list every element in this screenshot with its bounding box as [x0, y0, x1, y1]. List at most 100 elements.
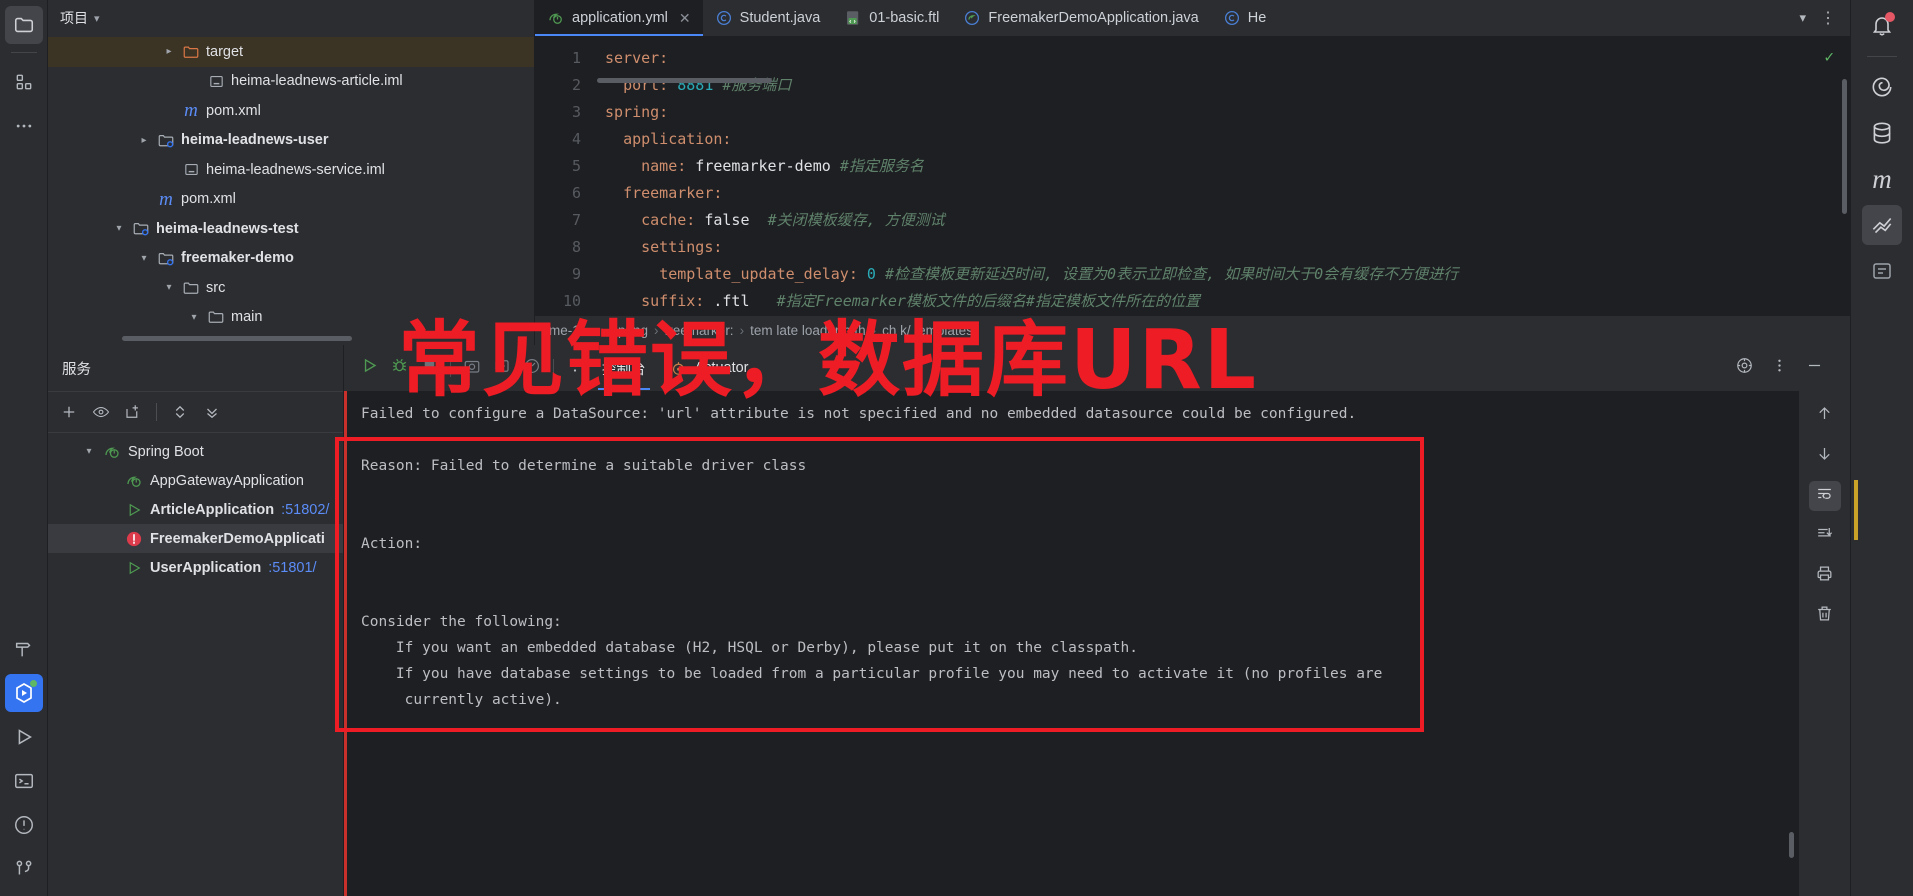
code-line[interactable]: suffix: .ftl #指定Freemarker模板文件的后缀名#指定模板文… — [605, 288, 1850, 315]
sidebar-item-run[interactable] — [5, 718, 43, 756]
editor-vertical-scrollbar[interactable] — [1842, 79, 1847, 214]
service-tree-row[interactable]: ▾ Spring Boot — [48, 437, 343, 466]
code-editor[interactable]: 1 2 3 4 5 6 7 8 9 10 server: port: 8881 #服务端口 spri… — [535, 37, 1850, 315]
clear-all-button[interactable] — [1809, 601, 1841, 631]
sidebar-item-maven[interactable]: m — [1862, 159, 1902, 199]
scroll-down-button[interactable] — [1809, 441, 1841, 471]
more-button[interactable] — [560, 353, 590, 383]
add-service-icon[interactable] — [60, 403, 78, 421]
project-tree-row[interactable]: ▾ src — [48, 273, 534, 303]
screenshot-button[interactable] — [457, 353, 487, 383]
gear-icon[interactable] — [1735, 356, 1754, 380]
code-line[interactable]: application: — [605, 126, 1850, 153]
close-all-icon[interactable] — [203, 403, 221, 421]
project-tree[interactable]: ▸ target heima-leadnews-article.iml m pom.xm… — [48, 36, 534, 345]
expand-collapse-icon[interactable] — [171, 403, 189, 421]
editor-tab[interactable]: 01-basic.ftl — [832, 0, 951, 36]
sidebar-item-structure[interactable] — [5, 63, 43, 101]
soft-wrap-button[interactable] — [1808, 481, 1841, 511]
sidebar-item-services[interactable] — [5, 674, 43, 712]
project-tree-row[interactable]: ▾ freemaker-demo — [48, 244, 534, 274]
code-line[interactable]: freemarker: — [605, 180, 1850, 207]
code-line[interactable]: cache: false #关闭模板缓存, 方便测试 — [605, 207, 1850, 234]
breadcrumb-item[interactable]: me-1/... — [549, 323, 595, 338]
service-port[interactable]: :51802/ — [281, 502, 329, 518]
sidebar-item-problems[interactable] — [5, 806, 43, 844]
breadcrumb[interactable]: me-1/... › spring › freemarker: › tem late loa… — [535, 315, 1850, 345]
chevron-right-icon[interactable]: ▸ — [137, 135, 151, 146]
show-icon[interactable] — [92, 403, 110, 421]
sidebar-item-database[interactable] — [1862, 113, 1902, 153]
project-tree-row[interactable]: heima-leadnews-article.iml — [48, 67, 534, 97]
checkmark-icon[interactable]: ✓ — [1824, 47, 1834, 66]
minimize-icon[interactable] — [1805, 356, 1824, 380]
debug-button[interactable] — [384, 353, 414, 383]
breadcrumb-item[interactable]: freemarker: — [665, 323, 734, 338]
console-tab[interactable]: 控制台 — [590, 346, 658, 390]
chevron-down-icon[interactable]: ▾ — [162, 282, 176, 293]
breadcrumb-item[interactable]: ch k/ templates — [882, 323, 973, 338]
project-tree-row[interactable]: m pom.xml — [48, 96, 534, 126]
editor-horizontal-scrollbar[interactable] — [597, 78, 772, 83]
service-port[interactable]: :51801/ — [268, 560, 316, 576]
console-output[interactable]: Failed to configure a DataSource: 'url' … — [344, 391, 1798, 896]
scroll-up-button[interactable] — [1809, 401, 1841, 431]
project-horizontal-scrollbar[interactable] — [122, 336, 352, 341]
chevron-down-icon[interactable]: ▾ — [137, 253, 151, 264]
sidebar-item-spring[interactable] — [1862, 67, 1902, 107]
service-tree-row[interactable]: ArticleApplication:51802/ — [48, 495, 343, 524]
editor-tab[interactable]: He — [1211, 0, 1279, 36]
sidebar-item-assistant[interactable] — [1862, 251, 1902, 291]
chevron-down-icon[interactable]: ▾ — [82, 446, 96, 457]
project-panel-header[interactable]: 项目 ▾ — [48, 0, 534, 36]
project-tree-row[interactable]: ▸ heima-leadnews-user — [48, 126, 534, 156]
breadcrumb-item[interactable]: spring — [611, 323, 648, 338]
service-tree-row[interactable]: UserApplication:51801/ — [48, 553, 343, 582]
project-tree-row[interactable]: heima-leadnews-service.iml — [48, 155, 534, 185]
service-tree-row[interactable]: AppGatewayApplication — [48, 466, 343, 495]
chevron-right-icon[interactable]: ▸ — [162, 46, 176, 57]
close-icon[interactable]: ✕ — [679, 10, 691, 27]
sidebar-item-notifications[interactable] — [1862, 6, 1902, 46]
rerun-button[interactable] — [354, 353, 384, 383]
console-scrollbar[interactable] — [1789, 832, 1794, 858]
editor-tab[interactable]: application.yml ✕ — [535, 0, 703, 36]
code-content[interactable]: server: port: 8881 #服务端口 spring: applicat… — [591, 37, 1850, 315]
project-tree-row[interactable]: m pom.xml — [48, 185, 534, 215]
sidebar-item-terminal[interactable] — [5, 762, 43, 800]
chevron-down-icon[interactable]: ▾ — [94, 12, 100, 25]
more-vertical-icon[interactable]: ⋮ — [1820, 8, 1836, 28]
project-tree-row[interactable]: ▸ target — [48, 37, 534, 67]
chevron-down-icon[interactable]: ▾ — [187, 312, 201, 323]
scroll-to-end-button[interactable] — [1809, 521, 1841, 551]
chevron-down-icon[interactable]: ▾ — [112, 223, 126, 234]
editor-tab[interactable]: FreemakerDemoApplication.java — [951, 0, 1210, 36]
sidebar-item-version-control[interactable] — [5, 850, 43, 888]
editor-tab[interactable]: Student.java — [703, 0, 833, 36]
code-line[interactable]: spring: — [605, 99, 1850, 126]
sidebar-item-more[interactable] — [5, 107, 43, 145]
sidebar-item-gradle[interactable] — [1862, 205, 1902, 245]
print-button[interactable] — [1809, 561, 1841, 591]
services-tree[interactable]: ▾ Spring Boot AppGatewayApplication Article… — [48, 433, 343, 896]
console-tab[interactable]: Actuator — [658, 346, 761, 390]
project-tree-row[interactable]: ▾ heima-leadnews-test — [48, 214, 534, 244]
chevron-down-icon[interactable]: ▾ — [1799, 10, 1806, 26]
code-line[interactable]: template_update_delay: 0 #检查模板更新延迟时间, 设置… — [605, 261, 1850, 288]
sidebar-item-build[interactable] — [5, 630, 43, 668]
service-tree-row[interactable]: FreemakerDemoApplicati — [48, 524, 343, 553]
thread-dump-button[interactable] — [487, 353, 517, 383]
more-vertical-icon[interactable] — [1770, 356, 1789, 380]
add-tab-icon[interactable] — [124, 403, 142, 421]
profiler-button[interactable] — [517, 353, 547, 383]
editor-tab-bar[interactable]: application.yml ✕ Student.java 01-basic.ftl… — [535, 0, 1850, 37]
code-line[interactable]: port: 8881 #服务端口 — [605, 72, 1850, 99]
code-line[interactable]: settings: — [605, 234, 1850, 261]
breadcrumb-item[interactable]: tem late loader p th — [750, 323, 866, 338]
spring-boot-icon — [103, 443, 121, 461]
sidebar-item-project[interactable] — [4, 6, 43, 44]
project-tree-row[interactable]: ▾ main — [48, 303, 534, 333]
stop-button[interactable] — [414, 353, 444, 383]
code-line[interactable]: name: freemarker-demo #指定服务名 — [605, 153, 1850, 180]
code-line[interactable]: server: — [605, 45, 1850, 72]
